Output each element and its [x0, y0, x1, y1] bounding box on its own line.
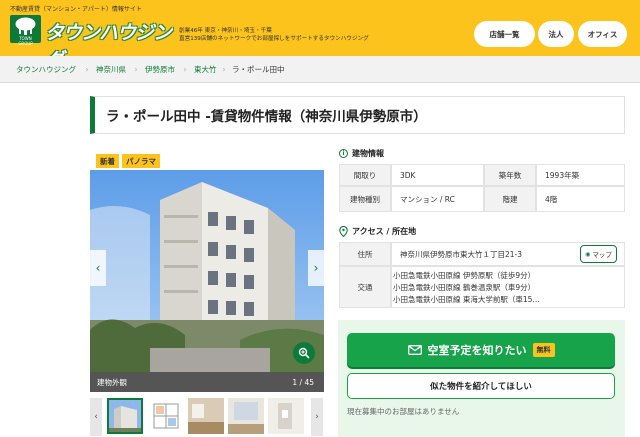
address-label: 住所 [339, 242, 391, 266]
breadcrumb-item-current: ラ・ポール田中 [232, 65, 285, 74]
office-button[interactable]: オフィス [578, 21, 627, 47]
map-button[interactable]: ◉ マップ [580, 245, 617, 263]
traffic-line: 小田急電鉄小田原線 東海大学前駅（車15… [393, 295, 540, 304]
breadcrumb: タウンハウジング › 神奈川県 › 伊勢原市 › 東大竹 › ラ・ポール田中 [0, 56, 640, 83]
zoom-in-icon[interactable] [293, 342, 315, 364]
corporate-button[interactable]: 法人 [538, 21, 574, 47]
similar-property-button[interactable]: 似た物件を紹介してほしい [347, 373, 615, 399]
photo-gallery: 新着 パノラマ ‹ › 建物外観 1 / 45 [90, 150, 324, 392]
page-title: ラ・ポール田中 -賃貸物件情報（神奈川県伊勢原市） [106, 109, 427, 125]
layout-value: 3DK [391, 164, 484, 186]
next-photo-button[interactable]: › [308, 250, 324, 286]
photo-caption-bar: 建物外観 1 / 45 [90, 372, 324, 392]
thumbnail-item[interactable] [148, 398, 184, 434]
thumbnail-item[interactable] [188, 398, 224, 434]
floors-value: 4階 [536, 186, 625, 212]
panorama-badge[interactable]: パノラマ [122, 154, 160, 168]
badge-group: 新着 パノラマ [96, 154, 160, 170]
tree-logo-icon: TOWN GROUP [10, 15, 41, 46]
traffic-list: 小田急電鉄小田原線 伊勢原駅（徒歩9分） 小田急電鉄小田原線 鶴巻温泉駅（車9分… [393, 270, 540, 306]
breadcrumb-separator: › [85, 65, 89, 74]
map-button-label: マップ [592, 251, 612, 259]
store-list-button[interactable]: 店舗一覧 [474, 21, 535, 47]
age-label: 築年数 [484, 164, 536, 186]
layout-label: 間取り [339, 164, 391, 186]
prev-photo-button[interactable]: ‹ [90, 250, 106, 286]
floors-label: 階建 [484, 186, 536, 212]
breadcrumb-item-city[interactable]: 伊勢原市 [145, 56, 175, 83]
breadcrumb-item-home[interactable]: タウンハウジング [16, 56, 76, 83]
building-info-title: 建物情報 [352, 149, 384, 158]
photo-counter: 1 / 45 [292, 377, 314, 387]
thumb-prev-button[interactable]: ‹ [90, 398, 102, 436]
photo-caption: 建物外観 [97, 377, 127, 387]
info-icon: i [339, 149, 348, 158]
building-info-heading: i 建物情報 [339, 148, 384, 159]
vacancy-notify-button[interactable]: 空室予定を知りたい 無料 [347, 333, 615, 367]
map-pin-icon [339, 226, 348, 237]
property-title-box: ラ・ポール田中 -賃貸物件情報（神奈川県伊勢原市） [90, 96, 625, 134]
access-heading: アクセス / 所在地 [339, 226, 416, 237]
breadcrumb-item-prefecture[interactable]: 神奈川県 [96, 56, 126, 83]
access-title: アクセス / 所在地 [352, 227, 417, 236]
traffic-line: 小田急電鉄小田原線 伊勢原駅（徒歩9分） [393, 271, 536, 280]
mail-icon [407, 345, 422, 355]
site-logo[interactable]: TOWN GROUP タウンハウジング [10, 15, 172, 71]
traffic-line: 小田急電鉄小田原線 鶴巻温泉駅（車9分） [393, 283, 536, 292]
main-photo[interactable] [90, 170, 324, 372]
breadcrumb-separator: › [183, 65, 187, 74]
thumbnail-strip: ‹ › [90, 396, 324, 437]
map-pin-icon: ◉ [585, 250, 591, 258]
age-value: 1993年築 [536, 164, 625, 186]
availability-note: 現在募集中のお部屋はありません [347, 407, 460, 416]
thumbnail-item[interactable] [228, 398, 264, 434]
breadcrumb-separator: › [222, 65, 226, 74]
header-desc-line2: 直営139店舗のネットワークでお部屋探しをサポートするタウンハウジング [179, 36, 369, 42]
breadcrumb-item-town[interactable]: 東大竹 [194, 56, 217, 83]
site-header: 不動産賃貸（マンション・アパート）情報サイト TOWN GROUP タウンハウジ… [0, 0, 640, 71]
vacancy-notify-label: 空室予定を知りたい [427, 344, 527, 357]
free-badge: 無料 [532, 343, 555, 357]
thumbnail-item[interactable] [107, 398, 143, 434]
site-tagline: 不動産賃貸（マンション・アパート）情報サイト [10, 6, 142, 13]
thumbnail-item[interactable] [268, 398, 304, 434]
header-desc-line1: 創業46年 東京・神奈川・埼玉・千葉 [179, 28, 272, 34]
thumb-next-button[interactable]: › [311, 398, 323, 436]
building-type-value: マンション / RC [391, 186, 484, 212]
breadcrumb-separator: › [134, 65, 138, 74]
new-badge: 新着 [96, 154, 119, 168]
traffic-label: 交通 [339, 266, 391, 308]
header-description: 創業46年 東京・神奈川・埼玉・千葉 直営139店舗のネットワークでお部屋探しを… [179, 27, 369, 43]
logo-subtext: TOWN GROUP [18, 36, 33, 46]
building-type-label: 建物種別 [339, 186, 391, 212]
